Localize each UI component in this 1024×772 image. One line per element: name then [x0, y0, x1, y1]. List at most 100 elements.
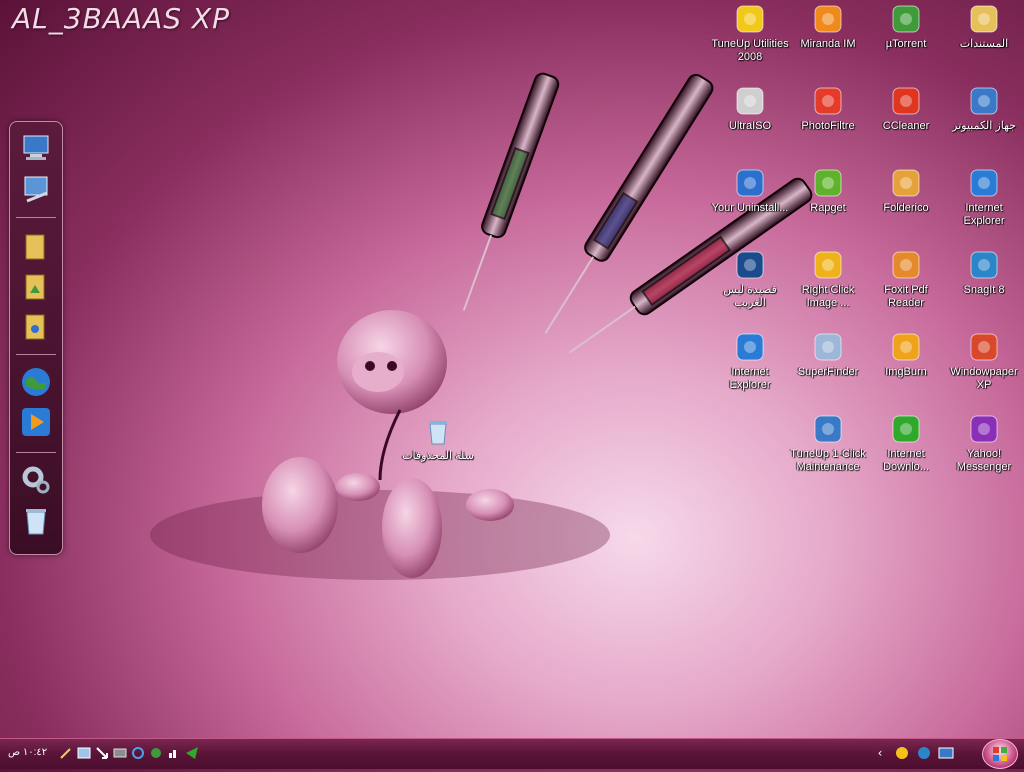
desktop-icon[interactable]: Windowpaper XP [945, 330, 1023, 392]
desktop-icon[interactable]: Internet Explorer [711, 330, 789, 392]
folder-icon[interactable] [20, 310, 52, 342]
window-icon[interactable] [76, 745, 92, 761]
desktop-icon-label: Right Click Image ... [801, 284, 855, 309]
folder-icon[interactable] [20, 230, 52, 262]
desktop-icon-label: SuperFinder [797, 366, 859, 378]
yahoo-tray-icon[interactable] [894, 745, 910, 761]
dock-separator [16, 354, 56, 355]
sun-icon [811, 248, 845, 282]
desktop-icon-label: Miranda IM [800, 38, 856, 50]
desktop-icon[interactable]: Yahoo! Messenger [945, 412, 1023, 474]
desktop-icon[interactable]: UltraISO [711, 84, 789, 133]
desktop-icon-label: Yahoo! Messenger [956, 448, 1012, 473]
miranda-icon [811, 2, 845, 36]
desktop-icon[interactable]: ImgBurn [867, 330, 945, 379]
idm-tray-icon[interactable] [184, 745, 200, 761]
settings-icon[interactable] [20, 464, 52, 496]
wand-icon[interactable] [58, 745, 74, 761]
tuneup-icon [733, 2, 767, 36]
desktop-icon[interactable]: Right Click Image ... [789, 248, 867, 310]
desktop-icon-label: Rapget [810, 202, 846, 214]
desktop-icon[interactable]: قصيدة ليس الغريب [711, 248, 789, 310]
realplayer-icon [733, 248, 767, 282]
desktop-icon-label: TuneUp 1-Click Maintenance [790, 448, 866, 473]
drive-icon[interactable] [112, 745, 128, 761]
photofiltre-icon [811, 84, 845, 118]
download-arrow-icon [811, 166, 845, 200]
clock[interactable]: ١٠:٤٢ ص [8, 747, 47, 758]
desktop-icon-label: Internet Explorer [963, 202, 1005, 227]
disc-icon [733, 84, 767, 118]
desktop-icon[interactable]: CCleaner [867, 84, 945, 133]
maintenance-icon [811, 412, 845, 446]
desktop-icon-label: Internet Downlo... [883, 448, 929, 473]
utorrent-icon [889, 2, 923, 36]
desktop-icon[interactable]: TuneUp 1-Click Maintenance [789, 412, 867, 474]
desktop-icon[interactable]: Miranda IM [789, 2, 867, 51]
desktop-icon-label: SnagIt 8 [963, 284, 1005, 296]
network-status-icon[interactable] [166, 745, 182, 761]
desktop-icon[interactable]: Rapget [789, 166, 867, 215]
arrow-icon[interactable] [94, 745, 110, 761]
desktop-icon[interactable]: Internet Downlo... [867, 412, 945, 474]
computer-icon[interactable] [20, 132, 52, 164]
foxit-icon [889, 248, 923, 282]
network-icon[interactable] [20, 172, 52, 204]
folder-icon [967, 2, 1001, 36]
desktop-icon[interactable]: المستندات [945, 2, 1023, 51]
desktop-icon[interactable]: TuneUp Utilities 2008 [711, 2, 789, 64]
folderico-icon [889, 166, 923, 200]
snagit-tray-icon[interactable] [916, 745, 932, 761]
ie-icon [733, 330, 767, 364]
desktop-icon[interactable]: SnagIt 8 [945, 248, 1023, 297]
desktop-icon-recycle-bin[interactable]: سلة المحذوفات [399, 414, 477, 463]
desktop-icon-label: µTorrent [885, 38, 927, 50]
desktop-icon-label: Internet Explorer [729, 366, 771, 391]
desktop-icon[interactable]: Your Uninstall... [711, 166, 789, 215]
media-player-icon[interactable] [20, 406, 52, 438]
desktop-icon-label: ImgBurn [885, 366, 927, 378]
desktop-icon-label: Your Uninstall... [711, 202, 789, 214]
tray-chevron[interactable]: ‹ [872, 745, 888, 761]
folder-icon[interactable] [20, 270, 52, 302]
desktop-icon-label: Windowpaper XP [950, 366, 1018, 391]
burn-disc-icon [889, 330, 923, 364]
recycle-bin-icon [421, 414, 455, 448]
yahoo-icon [967, 412, 1001, 446]
snagit-icon [967, 248, 1001, 282]
desktop-icon[interactable]: µTorrent [867, 2, 945, 51]
recycle-bin-icon[interactable] [20, 504, 52, 536]
display-tray-icon[interactable] [938, 745, 954, 761]
magnifier-icon [811, 330, 845, 364]
dock-separator [16, 217, 56, 218]
desktop-icon[interactable]: Internet Explorer [945, 166, 1023, 228]
computer-icon [967, 84, 1001, 118]
desktop-icon-label: Foxit Pdf Reader [884, 284, 928, 309]
start-button[interactable] [982, 739, 1018, 769]
desktop-icon-label: PhotoFiltre [801, 120, 855, 132]
desktop-icon-label: سلة المحذوفات [402, 450, 474, 462]
uninstaller-icon [733, 166, 767, 200]
desktop-icon-label: UltraISO [728, 120, 772, 132]
desktop-icon[interactable]: Folderico [867, 166, 945, 215]
desktop-icon[interactable]: Foxit Pdf Reader [867, 248, 945, 310]
globe-icon[interactable] [20, 366, 52, 398]
taskbar: ١٠:٤٢ ص ‹ [0, 738, 1024, 769]
idm-icon [889, 412, 923, 446]
ie-icon [967, 166, 1001, 200]
desktop-icon-label: Folderico [883, 202, 929, 214]
windowpaper-icon [967, 330, 1001, 364]
left-dock [9, 121, 63, 555]
sync-icon[interactable] [130, 745, 146, 761]
desktop-icon-label: CCleaner [882, 120, 930, 132]
desktop-icon[interactable]: PhotoFiltre [789, 84, 867, 133]
desktop-icon[interactable]: SuperFinder [789, 330, 867, 379]
leaf-icon[interactable] [148, 745, 164, 761]
ccleaner-icon [889, 84, 923, 118]
desktop-icon-label: المستندات [959, 38, 1009, 50]
desktop-icon[interactable]: جهاز الكمبيوتر [945, 84, 1023, 133]
watermark-text: AL_3BAAAS XP [12, 2, 230, 35]
desktop-icon-label: جهاز الكمبيوتر [952, 120, 1016, 132]
dock-separator [16, 452, 56, 453]
desktop-icon-label: قصيدة ليس الغريب [723, 284, 777, 309]
